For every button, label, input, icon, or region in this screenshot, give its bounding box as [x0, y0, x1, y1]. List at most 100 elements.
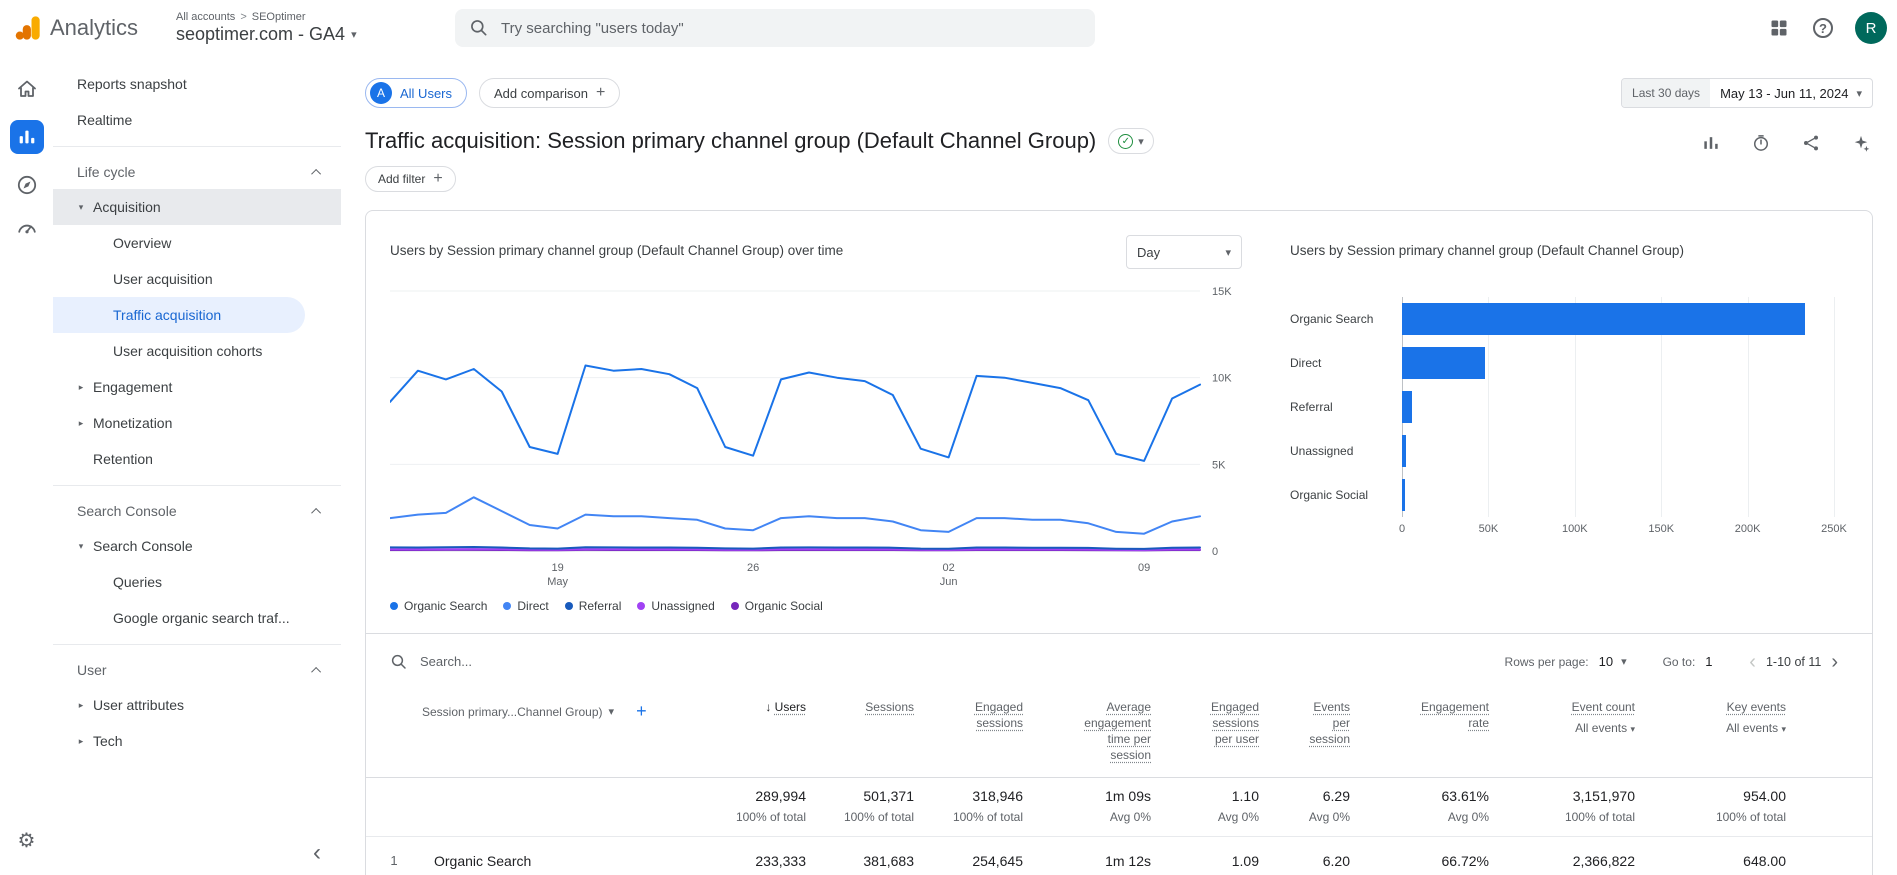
nav-realtime[interactable]: Realtime — [53, 102, 341, 138]
collapse-nav-icon[interactable]: ‹ — [313, 843, 321, 863]
analytics-home-link[interactable]: Analytics — [0, 14, 160, 42]
nav-user-acquisition[interactable]: User acquisition — [53, 261, 341, 297]
column-header[interactable]: ↓ Users — [676, 699, 806, 715]
nav-section-search-console[interactable]: Search Console — [53, 494, 341, 528]
stopwatch-icon[interactable] — [1749, 131, 1773, 155]
home-icon[interactable] — [14, 76, 40, 102]
nav-section-user[interactable]: User — [53, 653, 341, 687]
line-chart-legend: Organic Search Direct Referral Unassigned Or… — [390, 599, 1242, 613]
column-header[interactable]: Average engagement time per session — [1023, 699, 1151, 763]
bar-row: Organic Social — [1290, 473, 1848, 517]
rows-per-page-select[interactable]: 10 ▾ — [1599, 654, 1627, 669]
date-range-picker[interactable]: Last 30 days May 13 - Jun 11, 2024 ▾ — [1621, 78, 1873, 108]
property-selector[interactable]: seoptimer.com - GA4 ▾ — [176, 24, 357, 45]
arrow-collapsed-icon: ▸ — [69, 736, 93, 747]
svg-text:26: 26 — [747, 562, 759, 574]
total-cell: 1m 09sAvg 0% — [1023, 788, 1151, 824]
nav-tech[interactable]: ▸ Tech — [53, 723, 341, 759]
bar[interactable] — [1402, 479, 1405, 511]
bar[interactable] — [1402, 435, 1406, 467]
breadcrumb[interactable]: All accounts > SEOptimer — [176, 11, 357, 23]
nav-divider — [53, 146, 341, 147]
table-search-input[interactable] — [420, 654, 680, 669]
axis-tick-label: 250K — [1821, 523, 1847, 535]
metric-cell: 66.72% — [1350, 853, 1489, 869]
dimension-header[interactable]: Session primary...Channel Group) ▾ + — [422, 699, 676, 722]
bar[interactable] — [1402, 391, 1412, 423]
metric-cell: 381,683 — [806, 853, 914, 869]
row-index: 1 — [366, 853, 422, 868]
nav-engagement[interactable]: ▸ Engagement — [53, 369, 341, 405]
legend-item[interactable]: Organic Social — [731, 599, 823, 613]
share-icon[interactable] — [1799, 131, 1823, 155]
nav-section-life-cycle[interactable]: Life cycle — [53, 155, 341, 189]
nav-user-attributes[interactable]: ▸ User attributes — [53, 687, 341, 723]
nav-overview[interactable]: Overview — [53, 225, 341, 261]
data-quality-badge[interactable]: ✓ ▾ — [1108, 128, 1154, 154]
reports-icon[interactable] — [10, 120, 44, 154]
previous-page-icon[interactable]: ‹ — [1739, 652, 1766, 672]
charts-row: Users by Session primary channel group (… — [366, 211, 1872, 613]
column-header[interactable]: Event countAll events ▾ — [1489, 699, 1635, 737]
column-filter-select[interactable]: All events ▾ — [1489, 720, 1635, 737]
nav-acquisition[interactable]: ▾ Acquisition — [53, 189, 341, 225]
report-actions — [1699, 131, 1873, 155]
nav-google-organic-search-traffic[interactable]: Google organic search traf... — [53, 600, 341, 636]
line-chart-svg[interactable]: 05K10K15K19May2602Jun09 — [390, 279, 1242, 591]
explore-icon[interactable] — [14, 172, 40, 198]
column-header[interactable]: Engaged sessions — [914, 699, 1023, 731]
bar-category-label: Referral — [1290, 400, 1402, 414]
next-page-icon[interactable]: › — [1821, 652, 1848, 672]
customize-report-icon[interactable] — [1699, 131, 1723, 155]
nav-reports-snapshot[interactable]: Reports snapshot — [53, 66, 341, 102]
avatar[interactable]: R — [1855, 12, 1887, 44]
granularity-select[interactable]: Day ▾ — [1126, 235, 1242, 269]
add-filter-button[interactable]: Add filter + — [365, 166, 456, 192]
column-header[interactable]: Sessions — [806, 699, 914, 715]
search-input[interactable] — [501, 20, 1081, 37]
nav-retention[interactable]: Retention — [53, 441, 341, 477]
filter-row: Add filter + — [365, 166, 1873, 192]
insights-icon[interactable] — [1849, 131, 1873, 155]
add-comparison-button[interactable]: Add comparison + — [479, 78, 620, 108]
column-header[interactable]: Key eventsAll events ▾ — [1635, 699, 1786, 737]
legend-item[interactable]: Unassigned — [637, 599, 714, 613]
column-filter-select[interactable]: All events ▾ — [1635, 720, 1786, 737]
apps-grid-icon[interactable] — [1767, 16, 1791, 40]
legend-label: Unassigned — [651, 599, 714, 613]
legend-item[interactable]: Organic Search — [390, 599, 487, 613]
goto-page-input[interactable] — [1705, 654, 1739, 669]
property-block: All accounts > SEOptimer seoptimer.com -… — [176, 11, 357, 45]
column-header[interactable]: Engagement rate — [1350, 699, 1489, 731]
nav-monetization[interactable]: ▸ Monetization — [53, 405, 341, 441]
breadcrumb-account[interactable]: SEOptimer — [252, 11, 306, 23]
table-search[interactable] — [390, 653, 680, 671]
total-cell: 501,371100% of total — [806, 788, 914, 824]
section-label: Search Console — [77, 503, 177, 519]
admin-gear-icon[interactable]: ⚙ — [18, 828, 36, 853]
nav-user-acquisition-cohorts[interactable]: User acquisition cohorts — [53, 333, 341, 369]
bar-row: Direct — [1290, 341, 1848, 385]
metric-cell: 2,366,822 — [1489, 853, 1635, 869]
caret-down-icon: ▾ — [1138, 135, 1144, 148]
caret-down-icon: ▾ — [1225, 246, 1231, 259]
advertising-icon[interactable] — [14, 216, 40, 242]
global-search[interactable] — [455, 9, 1095, 47]
column-header[interactable]: Engaged sessions per user — [1151, 699, 1259, 747]
column-header[interactable]: Events per session — [1259, 699, 1350, 747]
legend-item[interactable]: Referral — [565, 599, 622, 613]
total-cell: 3,151,970100% of total — [1489, 788, 1635, 824]
bar[interactable] — [1402, 347, 1485, 379]
table-toolbar: Rows per page: 10 ▾ Go to: ‹ 1-10 of 11 … — [366, 633, 1872, 689]
help-icon[interactable]: ? — [1811, 16, 1835, 40]
nav-queries[interactable]: Queries — [53, 564, 341, 600]
bar[interactable] — [1402, 303, 1805, 335]
breadcrumb-accounts[interactable]: All accounts — [176, 11, 235, 23]
legend-item[interactable]: Direct — [503, 599, 548, 613]
bar-track — [1402, 347, 1834, 379]
add-dimension-icon[interactable]: + — [636, 701, 647, 722]
nav-traffic-acquisition[interactable]: Traffic acquisition — [53, 297, 305, 333]
all-users-chip[interactable]: A All Users — [365, 78, 467, 108]
nav-search-console[interactable]: ▾ Search Console — [53, 528, 341, 564]
caret-down-icon: ▾ — [351, 28, 357, 41]
